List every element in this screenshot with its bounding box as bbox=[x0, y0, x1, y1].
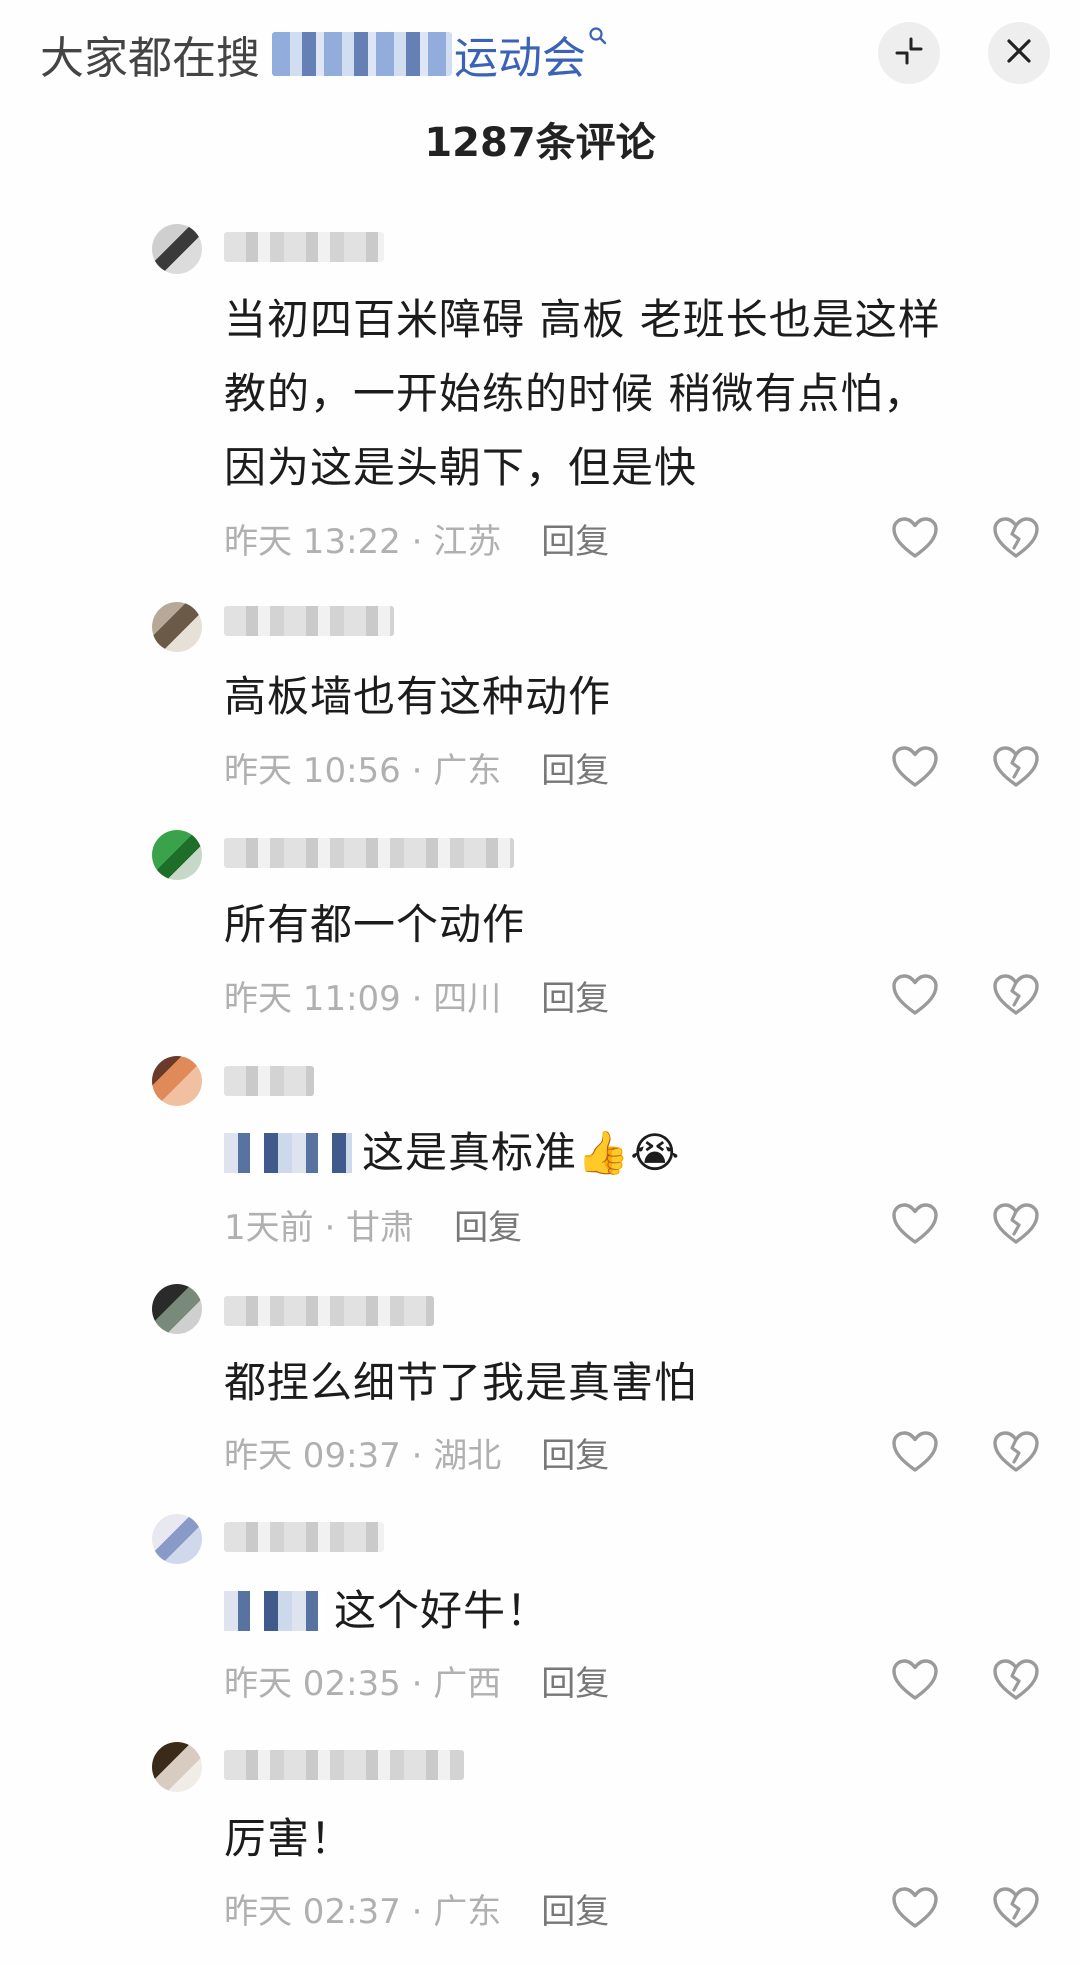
comments-header: 大家都在搜 运动会 1287条评论 bbox=[0, 0, 1080, 200]
comment-meta: 昨天 10:56 · 广东 回复 bbox=[224, 741, 609, 793]
redacted-username[interactable] bbox=[224, 1750, 464, 1780]
redacted-username[interactable] bbox=[224, 1066, 314, 1096]
redacted-username[interactable] bbox=[224, 838, 514, 868]
broken-heart-icon[interactable] bbox=[990, 1426, 1042, 1478]
comment-text-line: 这是真标准👍😭 bbox=[362, 1128, 681, 1177]
heart-icon[interactable] bbox=[889, 969, 941, 1021]
redacted-username[interactable] bbox=[224, 1296, 434, 1326]
comment-text-line: 教的，一开始练的时候 稍微有点怕， bbox=[224, 369, 927, 418]
avatar[interactable] bbox=[152, 1056, 202, 1106]
search-icon bbox=[588, 24, 608, 52]
heart-icon[interactable] bbox=[889, 1882, 941, 1934]
avatar[interactable] bbox=[152, 1514, 202, 1564]
redacted-mention[interactable] bbox=[224, 1133, 352, 1173]
heart-icon[interactable] bbox=[889, 1426, 941, 1478]
comment-text: 这个好牛！ bbox=[224, 1574, 1024, 1648]
heart-icon[interactable] bbox=[889, 741, 941, 793]
reply-button[interactable]: 回复 bbox=[541, 1884, 609, 1933]
trending-search-hint[interactable]: 大家都在搜 运动会 bbox=[40, 22, 608, 86]
comment-text-line: 高板墙也有这种动作 bbox=[224, 672, 612, 721]
comment-time-location: 昨天 11:09 · 四川 bbox=[224, 978, 502, 1019]
redacted-username[interactable] bbox=[224, 606, 394, 636]
comment-text: 都捏么细节了我是真害怕 bbox=[224, 1346, 1024, 1420]
comment-text-line: 因为这是头朝下，但是快 bbox=[224, 443, 698, 492]
comment-time-location: 昨天 13:22 · 江苏 bbox=[224, 521, 502, 562]
reply-button[interactable]: 回复 bbox=[541, 971, 609, 1020]
reply-button[interactable]: 回复 bbox=[541, 1428, 609, 1477]
redacted-username[interactable] bbox=[224, 232, 384, 262]
comment-text-line: 当初四百米障碍 高板 老班长也是这样 bbox=[224, 295, 941, 344]
comment-meta: 昨天 13:22 · 江苏 回复 bbox=[224, 512, 609, 564]
comment-meta: 昨天 09:37 · 湖北 回复 bbox=[224, 1426, 609, 1478]
comment-time-location: 1天前 · 甘肃 bbox=[224, 1207, 415, 1248]
comment-time-location: 昨天 09:37 · 湖北 bbox=[224, 1435, 502, 1476]
comment-meta: 昨天 02:37 · 广东 回复 bbox=[224, 1882, 609, 1934]
broken-heart-icon[interactable] bbox=[990, 1654, 1042, 1706]
search-hint-term: 运动会 bbox=[454, 33, 586, 84]
comment-meta: 1天前 · 甘肃 回复 bbox=[224, 1198, 522, 1250]
heart-icon[interactable] bbox=[889, 1198, 941, 1250]
comment-text: 厉害！ bbox=[224, 1802, 1024, 1876]
comment-text-line: 厉害！ bbox=[224, 1814, 354, 1863]
broken-heart-icon[interactable] bbox=[990, 741, 1042, 793]
broken-heart-icon[interactable] bbox=[990, 1882, 1042, 1934]
reply-button[interactable]: 回复 bbox=[541, 1656, 609, 1705]
heart-icon[interactable] bbox=[889, 512, 941, 564]
close-icon bbox=[1004, 36, 1034, 70]
comment-text-line: 都捏么细节了我是真害怕 bbox=[224, 1358, 698, 1407]
comment-count-title: 1287条评论 bbox=[424, 120, 656, 166]
avatar[interactable] bbox=[152, 602, 202, 652]
minimize-button[interactable] bbox=[878, 22, 940, 84]
minimize-icon bbox=[893, 35, 925, 71]
broken-heart-icon[interactable] bbox=[990, 1198, 1042, 1250]
heart-icon[interactable] bbox=[889, 1654, 941, 1706]
broken-heart-icon[interactable] bbox=[990, 969, 1042, 1021]
comment-time-location: 昨天 02:37 · 广东 bbox=[224, 1891, 502, 1932]
reply-button[interactable]: 回复 bbox=[541, 743, 609, 792]
comment-time-location: 昨天 02:35 · 广西 bbox=[224, 1663, 502, 1704]
search-hint-prefix: 大家都在搜 bbox=[40, 33, 260, 84]
comment-text: 高板墙也有这种动作 bbox=[224, 660, 1024, 734]
avatar[interactable] bbox=[152, 224, 202, 274]
comment-text: 所有都一个动作 bbox=[224, 888, 1024, 962]
redacted-username[interactable] bbox=[224, 1522, 384, 1552]
close-button[interactable] bbox=[988, 22, 1050, 84]
reply-button[interactable]: 回复 bbox=[541, 514, 609, 563]
comment-text: 这是真标准👍😭 bbox=[224, 1116, 1024, 1190]
comment-text-line: 这个好牛！ bbox=[334, 1586, 550, 1635]
avatar[interactable] bbox=[152, 1284, 202, 1334]
avatar[interactable] bbox=[152, 830, 202, 880]
redacted-mention[interactable] bbox=[224, 1591, 324, 1631]
avatar[interactable] bbox=[152, 1742, 202, 1792]
broken-heart-icon[interactable] bbox=[990, 512, 1042, 564]
comment-time-location: 昨天 10:56 · 广东 bbox=[224, 750, 502, 791]
redacted-search-text bbox=[272, 32, 452, 76]
comment-text: 当初四百米障碍 高板 老班长也是这样 教的，一开始练的时候 稍微有点怕， 因为这… bbox=[224, 283, 1024, 505]
comment-text-line: 所有都一个动作 bbox=[224, 900, 526, 949]
comment-meta: 昨天 11:09 · 四川 回复 bbox=[224, 969, 609, 1021]
comment-meta: 昨天 02:35 · 广西 回复 bbox=[224, 1654, 609, 1706]
reply-button[interactable]: 回复 bbox=[454, 1200, 522, 1249]
